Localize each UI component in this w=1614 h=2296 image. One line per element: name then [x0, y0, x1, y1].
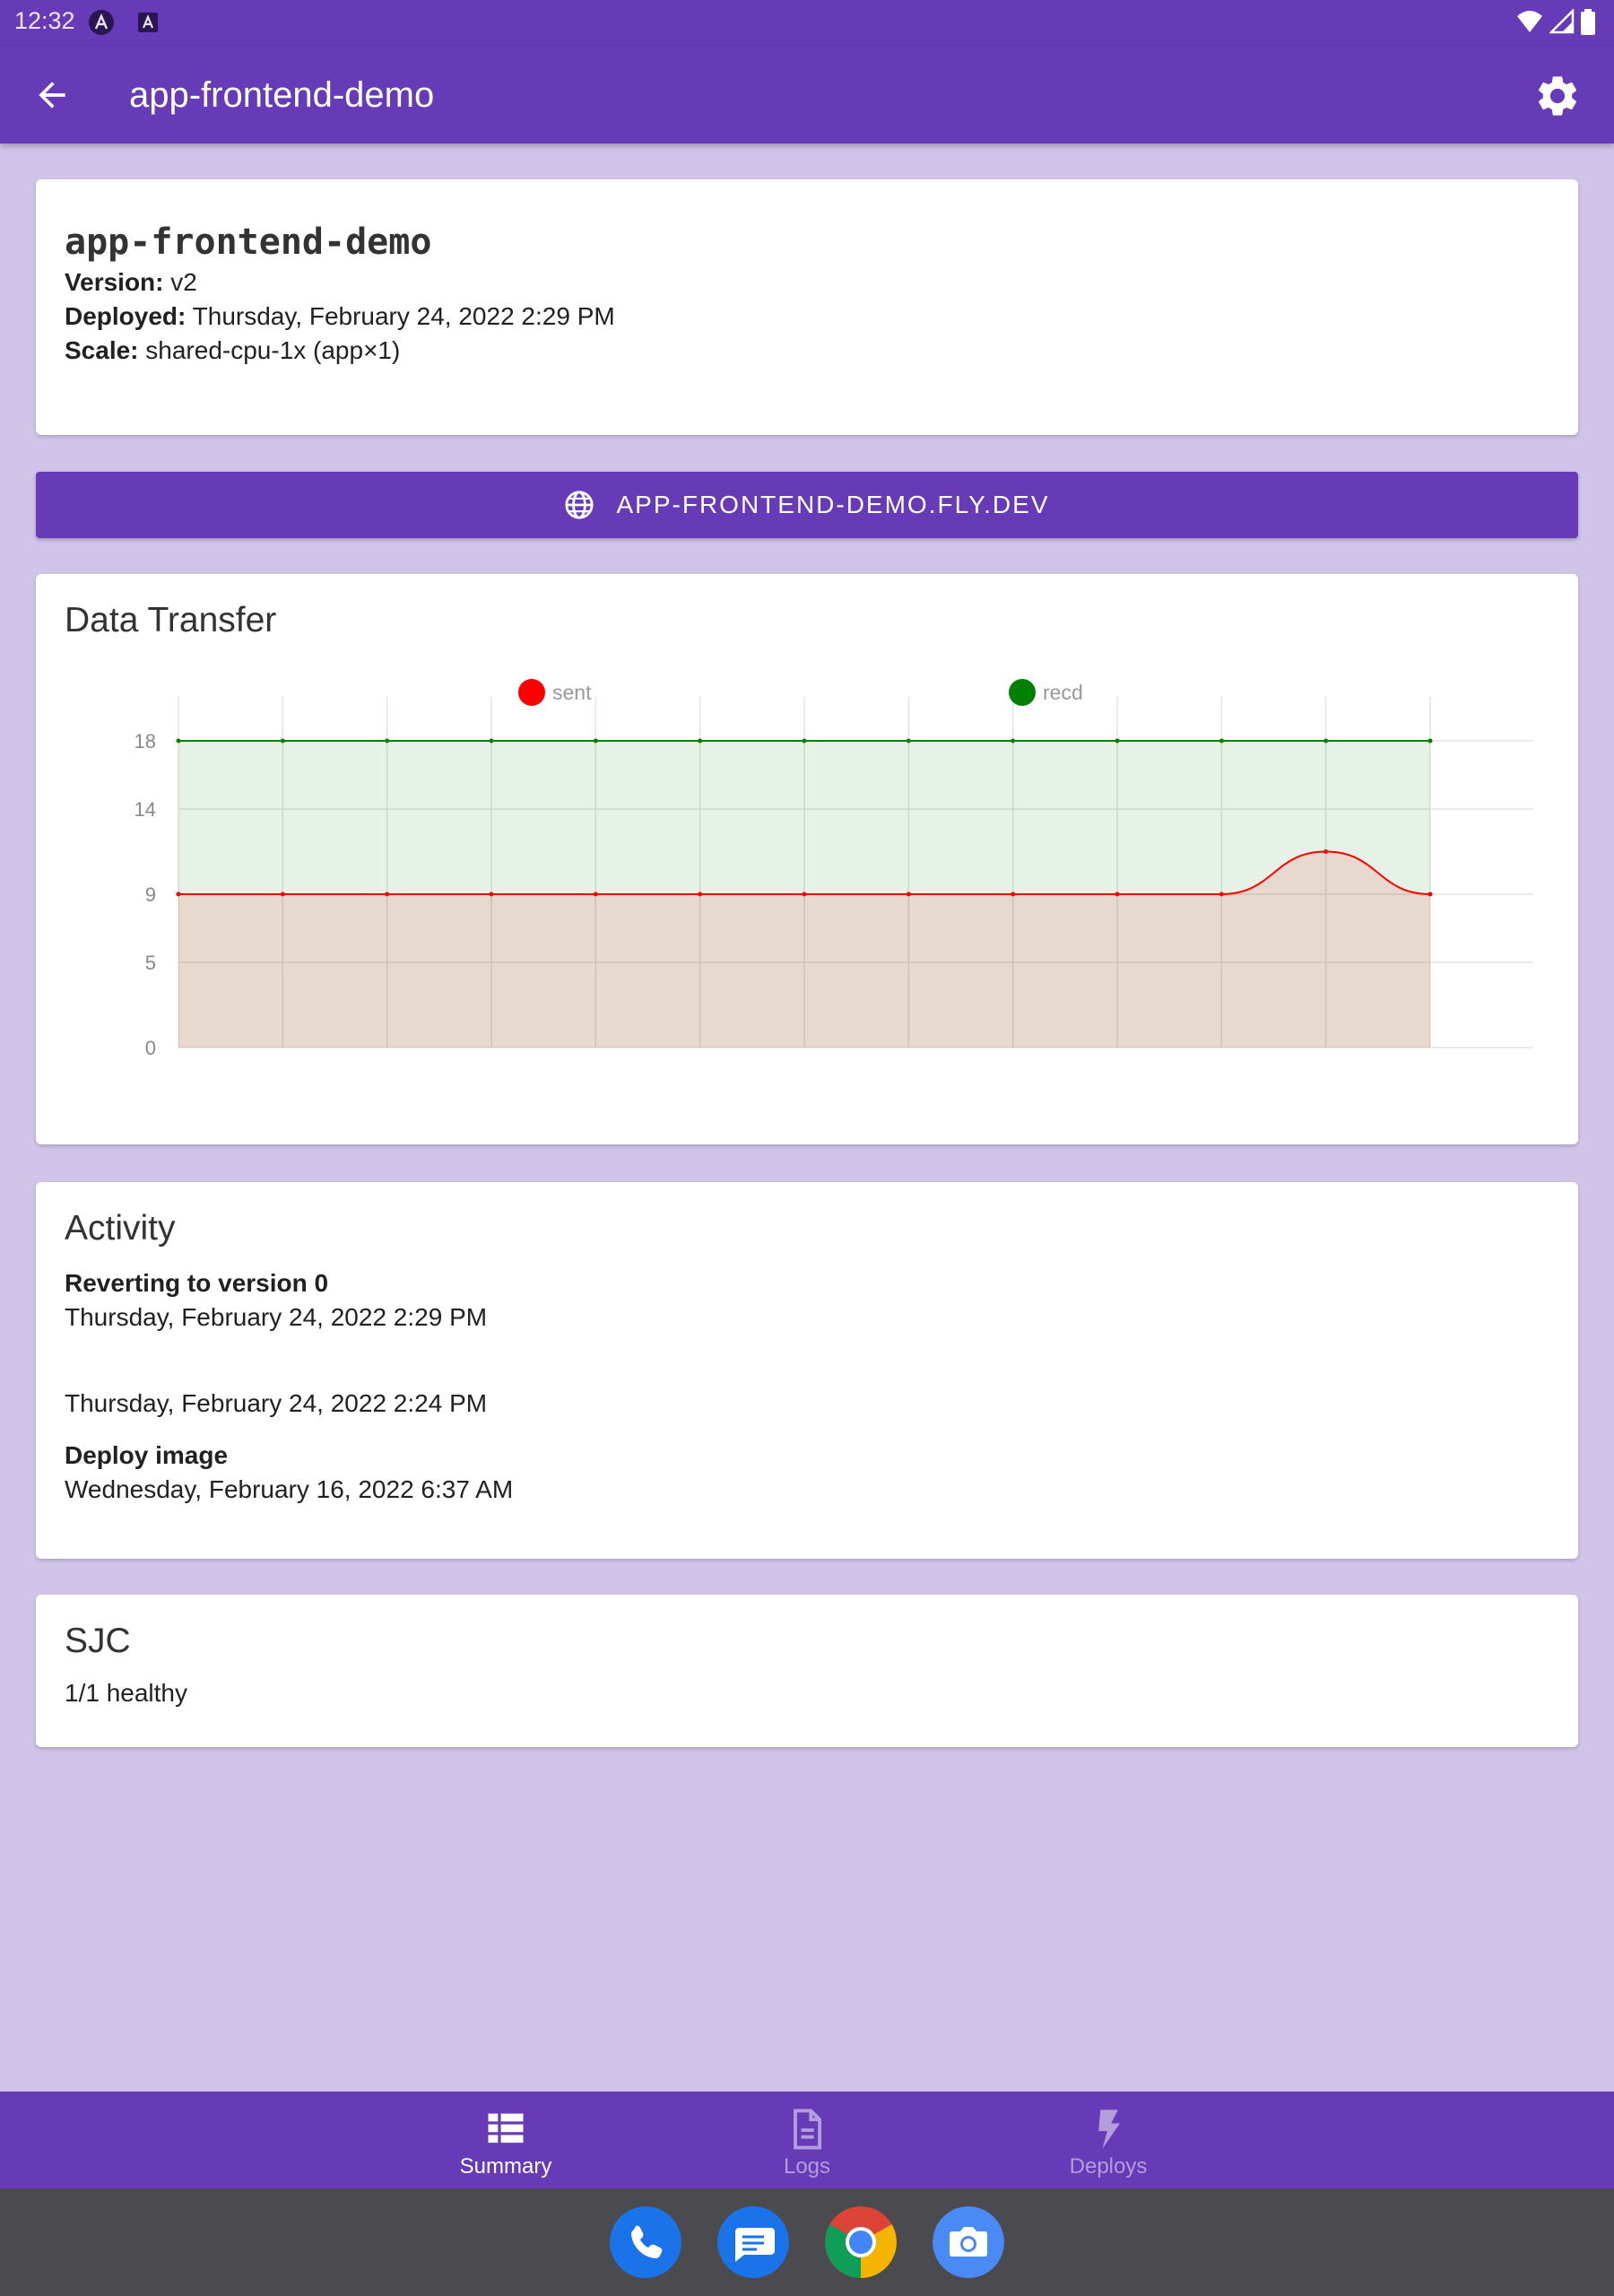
data-point-sent: [1011, 891, 1016, 897]
version-value: v2: [170, 268, 197, 296]
system-dock: [0, 2188, 1614, 2296]
notification-box-icon: [138, 13, 158, 32]
activity-item: Reverting to version 0 Thursday, Februar…: [65, 1266, 1549, 1335]
scale-row: Scale: shared-cpu-1x (app×1): [65, 334, 1549, 368]
data-point-recd: [176, 738, 181, 744]
gear-icon[interactable]: [1533, 72, 1582, 120]
lightning-icon: [1098, 2109, 1120, 2149]
deployed-value: Thursday, February 24, 2022 2:29 PM: [192, 302, 615, 330]
phone-icon[interactable]: [610, 2206, 681, 2278]
data-point-sent: [489, 891, 494, 897]
region-title: SJC: [65, 1622, 131, 1660]
version-label: Version:: [65, 268, 164, 296]
document-icon: [794, 2109, 822, 2150]
wifi-icon: [1517, 11, 1542, 32]
data-point-recd: [802, 738, 807, 744]
y-tick-label: 14: [134, 798, 156, 821]
app-url-button[interactable]: APP-FRONTEND-DEMO.FLY.DEV: [36, 472, 1578, 538]
app-info-card: app-frontend-demo Version: v2 Deployed: …: [36, 179, 1578, 435]
data-point-sent: [176, 891, 181, 897]
activity-item-title: [65, 1352, 1549, 1387]
data-point-sent: [593, 891, 598, 897]
data-point-recd: [280, 738, 285, 744]
app-bar: app-frontend-demo: [0, 47, 1614, 144]
notification-a-icon: [89, 10, 114, 35]
activity-item: Deploy image Wednesday, February 16, 202…: [65, 1439, 1549, 1507]
version-row: Version: v2: [65, 265, 1549, 300]
legend-label-sent: sent: [552, 681, 592, 704]
battery-icon: [1581, 9, 1595, 35]
data-point-recd: [1219, 738, 1224, 744]
status-bar: 12:32: [0, 0, 1614, 47]
deployed-row: Deployed: Thursday, February 24, 2022 2:…: [65, 300, 1549, 334]
data-point-recd: [1011, 738, 1016, 744]
table-icon: [488, 2113, 524, 2144]
data-point-recd: [593, 738, 598, 744]
messages-icon[interactable]: [717, 2206, 789, 2278]
data-point-sent: [1427, 891, 1433, 897]
legend-label-recd: recd: [1043, 681, 1083, 704]
data-point-recd: [385, 738, 390, 744]
activity-item-title: Reverting to version 0: [65, 1269, 329, 1297]
data-point-recd: [489, 738, 494, 744]
data-point-sent: [1115, 891, 1120, 897]
y-tick-label: 9: [145, 883, 156, 906]
data-point-sent: [802, 891, 807, 897]
nav-deploys-label: Deploys: [1069, 2154, 1148, 2179]
scale-label: Scale:: [65, 336, 139, 364]
data-point-recd: [1115, 738, 1120, 744]
y-tick-label: 18: [134, 730, 156, 752]
legend-marker-sent: [518, 679, 545, 706]
app-name: app-frontend-demo: [65, 222, 432, 263]
activity-item: Thursday, February 24, 2022 2:24 PM: [65, 1352, 1549, 1421]
scale-value: shared-cpu-1x (app×1): [145, 336, 401, 364]
activity-item-date: Thursday, February 24, 2022 2:29 PM: [65, 1303, 488, 1331]
data-point-sent: [906, 891, 911, 897]
data-point-recd: [1427, 738, 1433, 744]
nav-summary-label: Summary: [459, 2154, 552, 2179]
activity-item-date: Thursday, February 24, 2022 2:24 PM: [65, 1389, 488, 1417]
arrow-left-icon[interactable]: [32, 75, 72, 115]
data-point-sent: [1219, 891, 1224, 897]
data-point-recd: [1323, 738, 1329, 744]
status-time: 12:32: [14, 7, 75, 34]
nav-summary[interactable]: Summary: [416, 2106, 595, 2179]
signal-icon: [1549, 9, 1575, 34]
nav-logs[interactable]: Logs: [717, 2106, 897, 2179]
data-point-sent: [385, 891, 390, 897]
data-point-sent: [698, 891, 703, 897]
y-tick-label: 5: [145, 952, 156, 974]
chrome-icon[interactable]: [825, 2206, 897, 2278]
app-url-label: APP-FRONTEND-DEMO.FLY.DEV: [616, 491, 1050, 518]
deployed-label: Deployed:: [65, 302, 187, 330]
nav-deploys[interactable]: Deploys: [1019, 2106, 1198, 2179]
activity-item-date: Wednesday, February 16, 2022 6:37 AM: [65, 1475, 514, 1503]
data-point-recd: [698, 738, 703, 744]
data-point-sent: [1323, 849, 1329, 854]
activity-title: Activity: [65, 1209, 176, 1248]
y-tick-label: 0: [145, 1037, 156, 1059]
data-point-sent: [280, 891, 285, 897]
page-title: app-frontend-demo: [129, 75, 435, 115]
region-status: 1/1 healthy: [65, 1679, 187, 1707]
legend-marker-recd: [1009, 679, 1036, 706]
activity-item-title: Deploy image: [65, 1441, 229, 1469]
bottom-navigation: Summary Logs Deploys: [0, 2092, 1614, 2188]
data-transfer-chart: 0 5 9 14 18 sent recd: [134, 679, 1533, 1059]
region-card: SJC 1/1 healthy: [36, 1595, 1578, 1747]
data-point-recd: [906, 738, 911, 744]
globe-icon: [565, 491, 594, 519]
nav-logs-label: Logs: [783, 2154, 831, 2179]
camera-icon[interactable]: [933, 2206, 1004, 2278]
data-transfer-card: Data Transfer 0 5 9 14 18 sent recd: [36, 574, 1578, 1144]
activity-card: Activity Reverting to version 0 Thursday…: [36, 1182, 1578, 1559]
